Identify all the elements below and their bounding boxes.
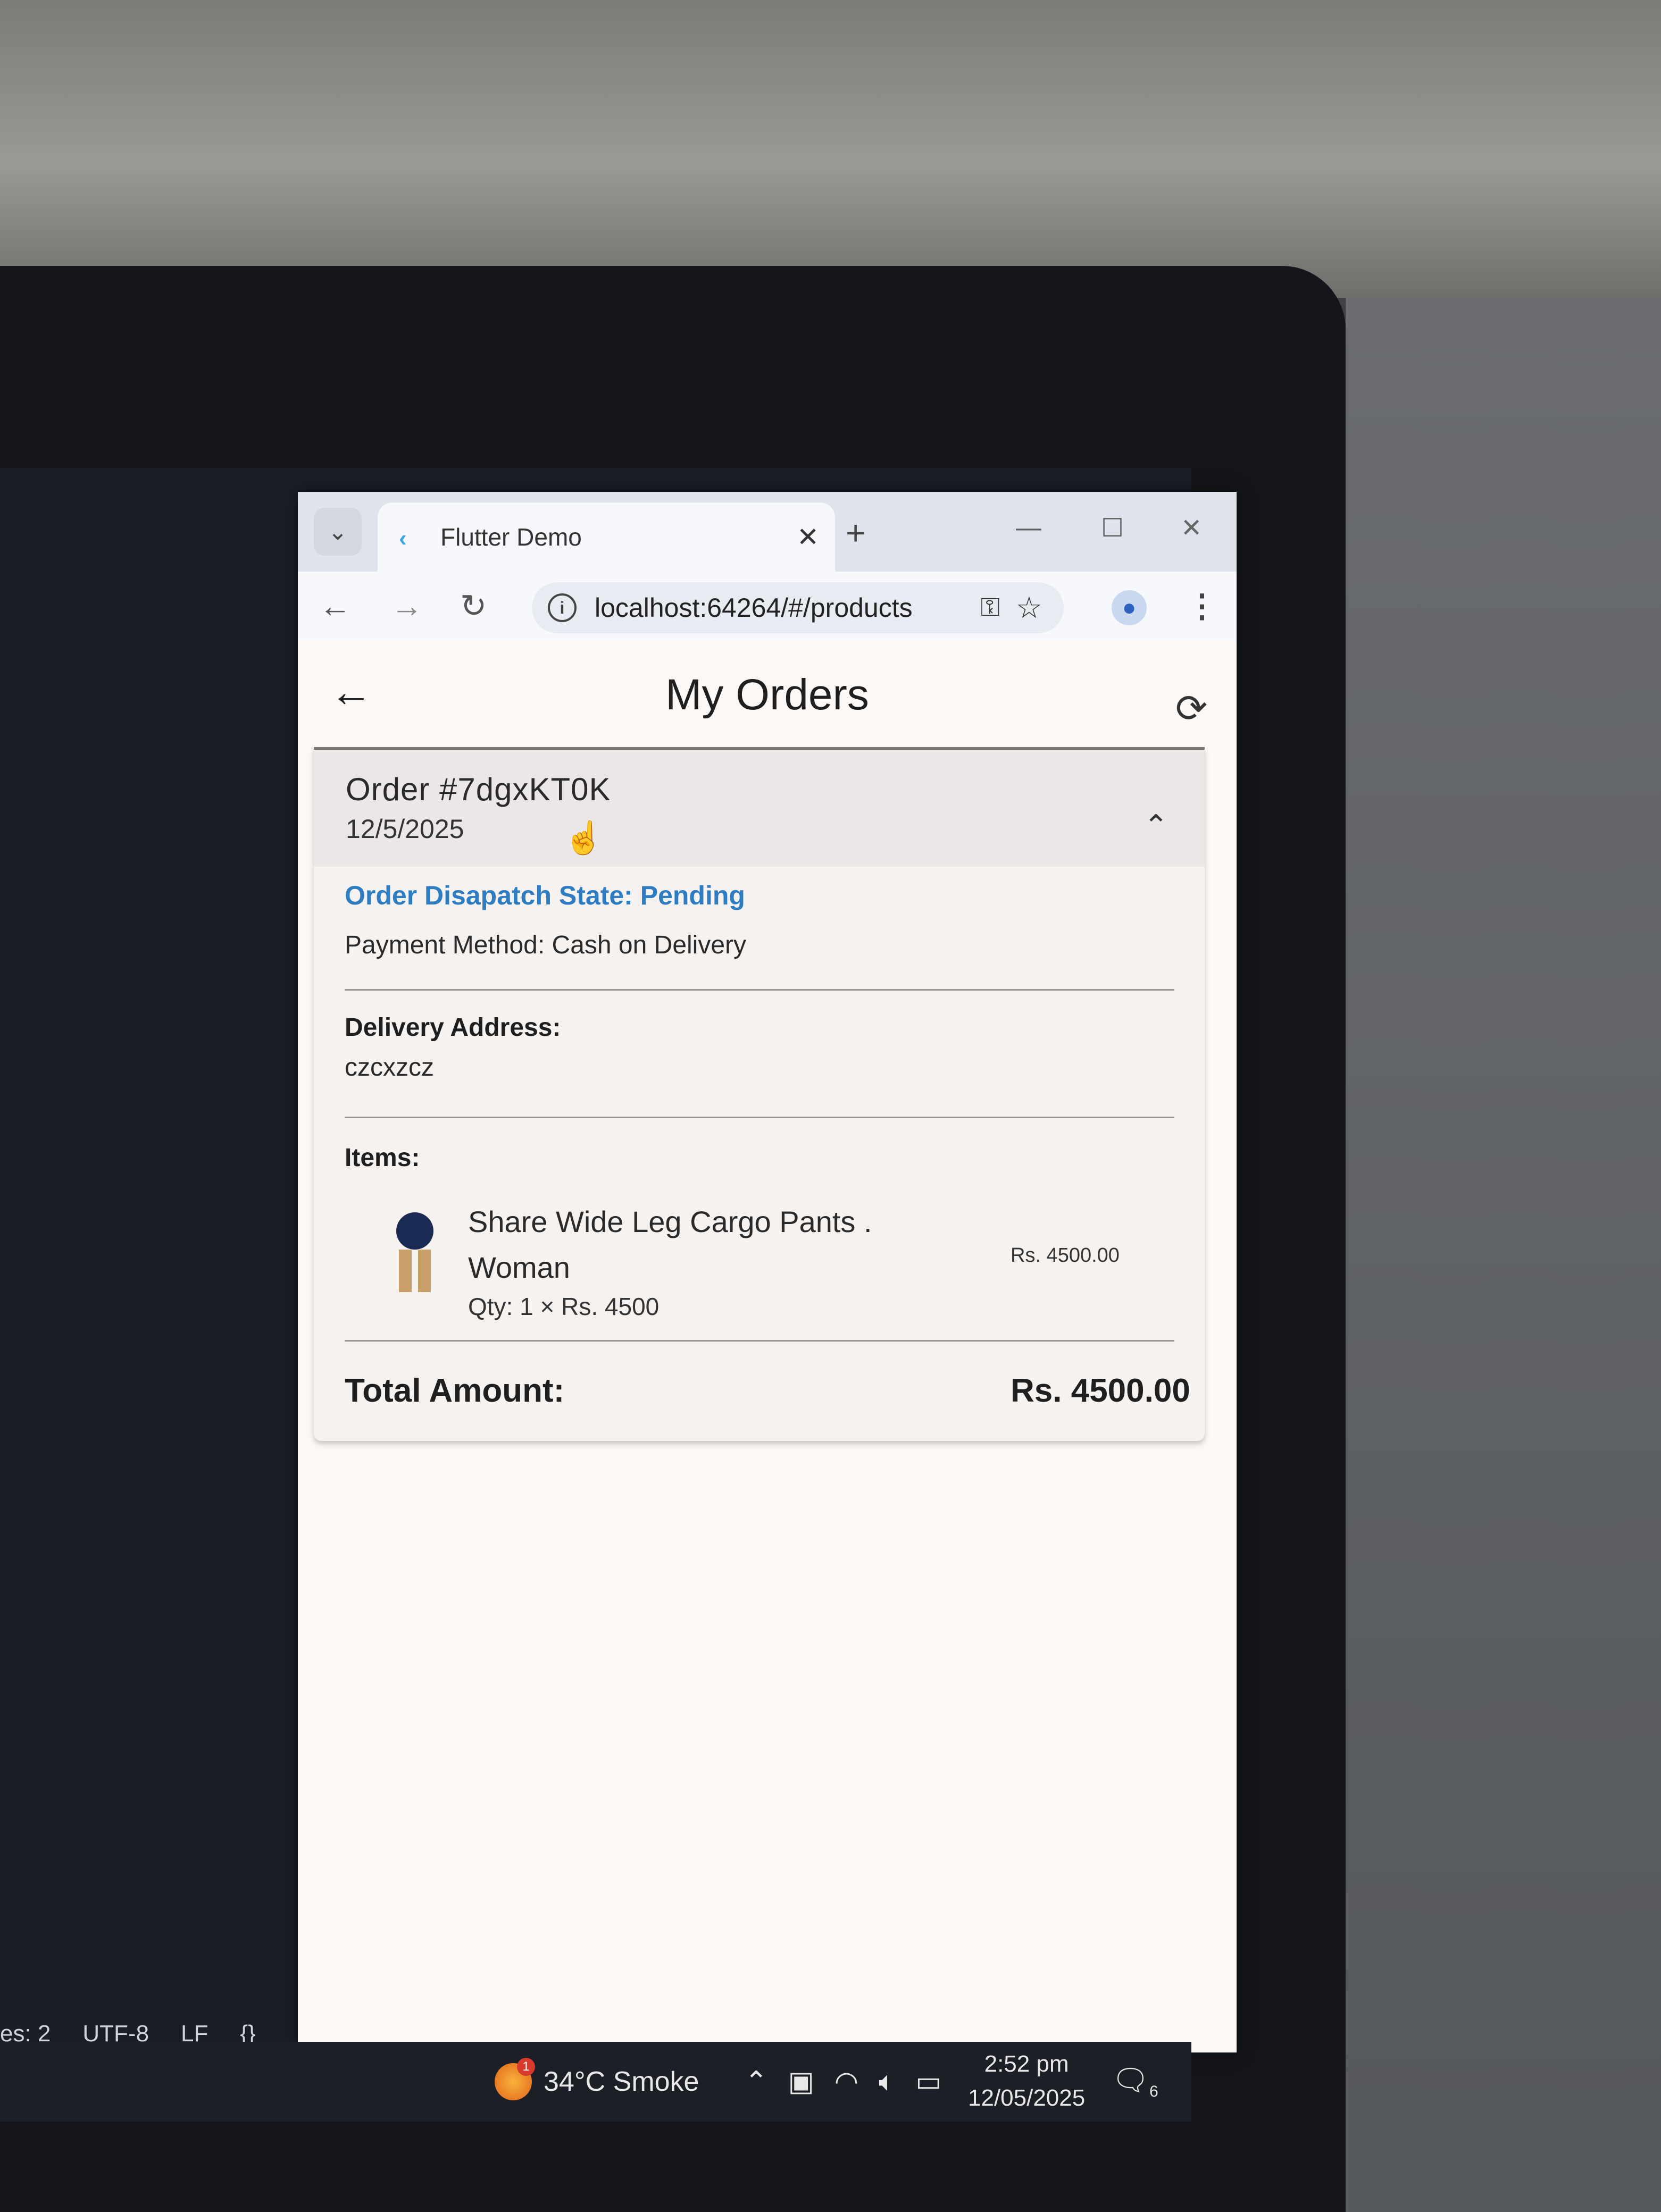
flutter-icon: ‹ (399, 525, 407, 551)
clock[interactable]: 2:52 pm 12/05/2025 (968, 2042, 1085, 2115)
close-tab-icon[interactable]: ✕ (797, 522, 819, 552)
total-value: Rs. 4500.00 (1011, 1372, 1190, 1409)
item-line-total: Rs. 4500.00 (1011, 1244, 1120, 1267)
payment-method: Payment Method: Cash on Delivery (345, 931, 747, 959)
system-tray: ⌃ ▣ ◠ 🔈︎ ▭ (745, 2066, 941, 2098)
order-card: Order #7dgxKT0K 12/5/2025 ⌃ ☝ Order Disa… (314, 747, 1205, 1441)
notification-count: 6 (1149, 2083, 1158, 2101)
order-date: 12/5/2025 (346, 814, 464, 844)
back-icon[interactable]: ← (319, 588, 351, 624)
refresh-icon[interactable]: ⟳ (1175, 686, 1207, 731)
menu-kebab-icon[interactable]: ⋮ (1186, 588, 1218, 625)
key-icon[interactable]: ⚿ (980, 593, 1000, 623)
page-title: My Orders (665, 671, 869, 719)
profile-icon[interactable]: ● (1112, 590, 1147, 625)
product-image (394, 1212, 436, 1292)
taskbar: 1 34°C Smoke ⌃ ▣ ◠ 🔈︎ ▭ 2:52 pm 12/05/20… (0, 2042, 1191, 2122)
url-text[interactable]: localhost:64264/#/products (595, 592, 913, 623)
weather-badge: 1 (517, 2058, 535, 2076)
items-label: Items: (345, 1144, 420, 1172)
weather-widget[interactable]: 1 34°C Smoke (495, 2058, 699, 2100)
chevron-down-icon: ⌄ (328, 518, 348, 545)
bookmark-star-icon[interactable]: ☆ (1016, 590, 1042, 625)
background-wall (0, 0, 1661, 298)
forward-icon[interactable]: → (391, 588, 423, 624)
background-surface (1346, 298, 1661, 2212)
clock-date: 12/05/2025 (968, 2085, 1086, 2111)
tab-strip: ⌄ ‹ Flutter Demo ✕ + — ☐ ✕ (298, 492, 1237, 572)
notification-icon[interactable]: 🗨︎6 (1112, 2063, 1158, 2101)
divider (345, 1117, 1174, 1118)
clock-time: 2:52 pm (984, 2051, 1069, 2077)
total-label: Total Amount: (345, 1372, 565, 1409)
wifi-icon[interactable]: ◠ (834, 2066, 858, 2098)
window-close-icon[interactable]: ✕ (1181, 513, 1202, 543)
minimize-icon[interactable]: — (1016, 513, 1041, 542)
new-tab-button[interactable]: + (846, 513, 865, 552)
order-id: Order #7dgxKT0K (346, 772, 611, 807)
divider (345, 1340, 1174, 1342)
tab-title: Flutter Demo (440, 523, 582, 551)
browser-window: ⌄ ‹ Flutter Demo ✕ + — ☐ ✕ ← → ↻ i local… (298, 492, 1237, 2052)
tab-search-button[interactable]: ⌄ (314, 508, 362, 556)
volume-icon[interactable]: 🔈︎ (879, 2066, 895, 2098)
address-bar[interactable]: i localhost:64264/#/products ⚿ ☆ (532, 582, 1064, 633)
chevron-up-tray-icon[interactable]: ⌃ (745, 2066, 768, 2098)
weather-icon: 1 (495, 2058, 535, 2100)
chevron-up-icon[interactable]: ⌃ (1143, 808, 1168, 843)
browser-toolbar: ← → ↻ i localhost:64264/#/products ⚿ ☆ ●… (298, 572, 1237, 641)
browser-tab[interactable]: ‹ Flutter Demo ✕ (378, 502, 835, 572)
weather-text: 34°C Smoke (544, 2066, 699, 2097)
order-card-header[interactable]: Order #7dgxKT0K 12/5/2025 ⌃ ☝ (314, 750, 1205, 867)
app-page: ← My Orders ⟳ Order #7dgxKT0K 12/5/2025 … (298, 641, 1237, 2052)
item-qty: Qty: 1 × Rs. 4500 (468, 1293, 660, 1320)
delivery-address: czcxzcz (345, 1053, 434, 1082)
divider (345, 989, 1174, 991)
maximize-icon[interactable]: ☐ (1101, 513, 1124, 543)
app-tray-icon[interactable]: ▣ (788, 2066, 814, 2098)
dispatch-state: Order Disapatch State: Pending (345, 881, 745, 910)
site-info-icon[interactable]: i (548, 593, 577, 622)
app-bar: ← My Orders ⟳ (298, 641, 1237, 747)
reload-icon[interactable]: ↻ (460, 588, 487, 625)
battery-icon[interactable]: ▭ (915, 2066, 941, 2098)
delivery-address-label: Delivery Address: (345, 1013, 561, 1042)
hand-cursor-icon: ☝ (564, 820, 604, 856)
item-name: Share Wide Leg Cargo Pants . Woman (468, 1205, 872, 1284)
